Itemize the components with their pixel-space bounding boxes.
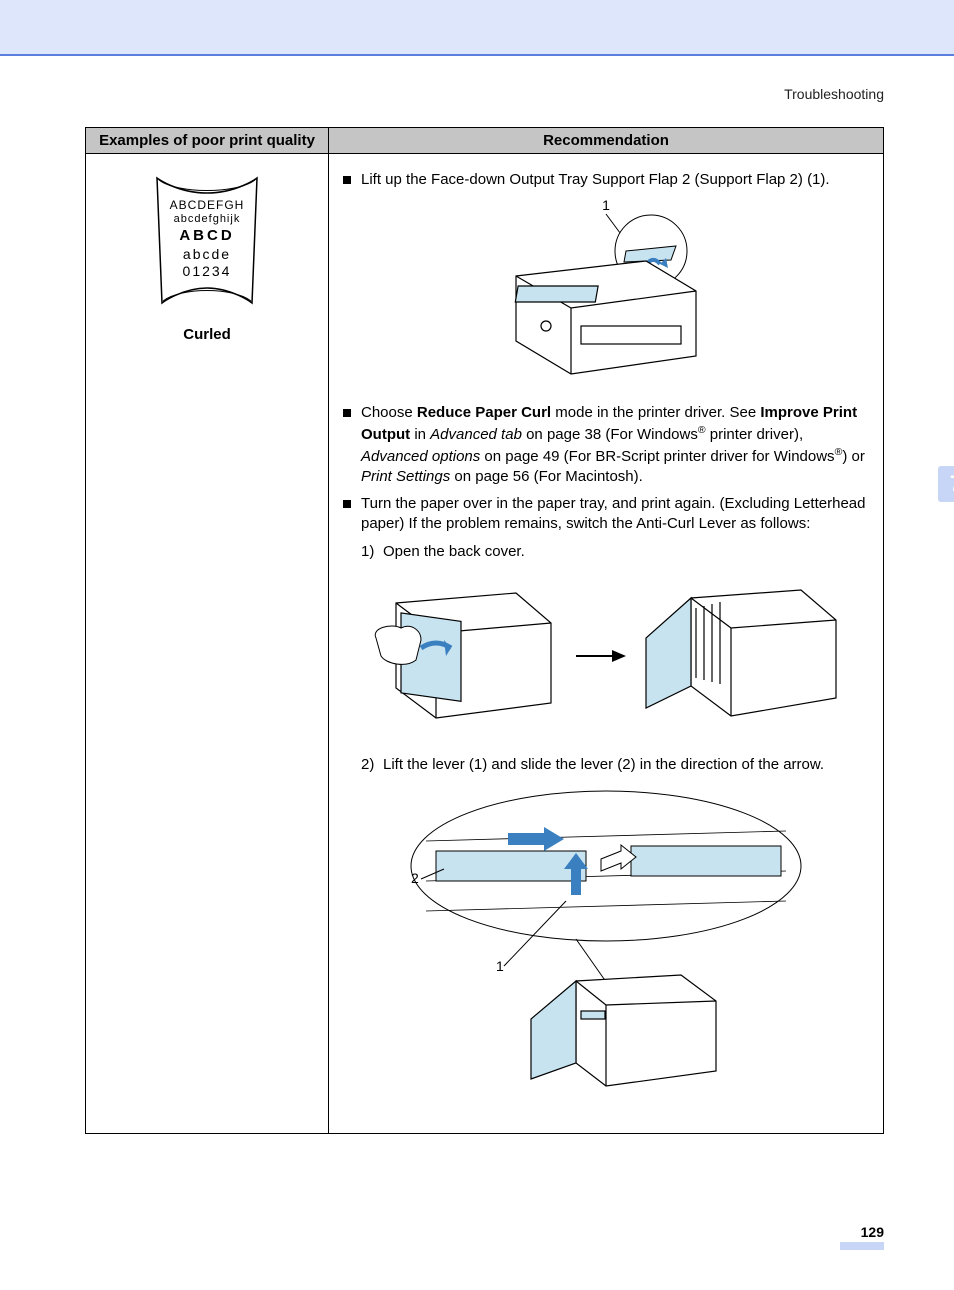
bullet-icon bbox=[343, 176, 351, 184]
example-cell: ABCDEFGH abcdefghijk ABCD abcde 01234 Cu… bbox=[86, 154, 329, 1134]
top-band bbox=[0, 0, 954, 56]
fig3-callout-1: 1 bbox=[496, 958, 504, 974]
step-1-number: 1) bbox=[361, 542, 383, 562]
footer-accent-bar bbox=[840, 1242, 884, 1250]
arrow-right-icon bbox=[576, 649, 626, 663]
bullet-3: Turn the paper over in the paper tray, a… bbox=[343, 494, 869, 535]
bullet-1-text: Lift up the Face-down Output Tray Suppor… bbox=[361, 170, 869, 190]
sample-line-1: ABCDEFGH bbox=[147, 198, 267, 213]
section-title: Troubleshooting bbox=[85, 86, 884, 102]
fig1-callout-1: 1 bbox=[602, 197, 610, 213]
troubleshoot-table: Examples of poor print quality Recommend… bbox=[85, 127, 884, 1134]
example-label: Curled bbox=[94, 326, 320, 343]
page-body: Troubleshooting 7 Examples of poor print… bbox=[0, 56, 954, 1290]
th-examples: Examples of poor print quality bbox=[86, 128, 329, 154]
bullet-3-text: Turn the paper over in the paper tray, a… bbox=[361, 494, 869, 535]
sample-line-2: abcdefghijk bbox=[147, 213, 267, 227]
bullet-2-text: Choose Reduce Paper Curl mode in the pri… bbox=[361, 403, 869, 488]
th-recommendation: Recommendation bbox=[329, 128, 884, 154]
page-number: 129 bbox=[85, 1224, 884, 1240]
step-2: 2) Lift the lever (1) and slide the leve… bbox=[361, 755, 869, 775]
figure-anti-curl-lever: 2 1 bbox=[396, 781, 816, 1107]
bullet-1: Lift up the Face-down Output Tray Suppor… bbox=[343, 170, 869, 190]
sample-line-3: ABCD bbox=[147, 227, 267, 246]
sample-line-4: abcde bbox=[147, 246, 267, 264]
bullet-2: Choose Reduce Paper Curl mode in the pri… bbox=[343, 403, 869, 488]
figure-open-back-cover-after bbox=[636, 568, 846, 744]
chapter-tab: 7 bbox=[938, 466, 954, 502]
step-1-text: Open the back cover. bbox=[383, 542, 525, 562]
figure-support-flap: 1 bbox=[476, 196, 736, 392]
recommendation-cell: Lift up the Face-down Output Tray Suppor… bbox=[329, 154, 884, 1134]
footer: 129 bbox=[85, 1224, 884, 1250]
curled-sample-icon: ABCDEFGH abcdefghijk ABCD abcde 01234 bbox=[147, 168, 267, 318]
sample-line-5: 01234 bbox=[147, 263, 267, 281]
figure-open-back-cover-before bbox=[366, 568, 566, 744]
bullet-icon bbox=[343, 409, 351, 417]
step-2-text: Lift the lever (1) and slide the lever (… bbox=[383, 755, 824, 775]
step-1: 1) Open the back cover. bbox=[361, 542, 869, 562]
fig3-callout-2: 2 bbox=[411, 870, 419, 886]
bullet-icon bbox=[343, 500, 351, 508]
step-2-number: 2) bbox=[361, 755, 383, 775]
